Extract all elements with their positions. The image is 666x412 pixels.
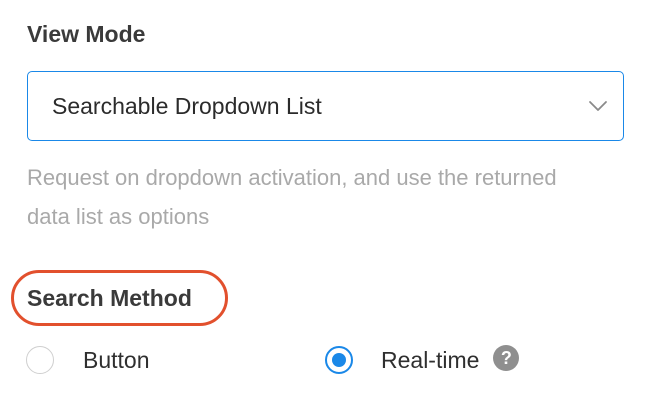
question-mark-icon[interactable]: ? — [493, 345, 520, 371]
radio-button-button-option[interactable] — [26, 346, 54, 374]
radio-button-realtime-option[interactable] — [325, 346, 353, 374]
view-mode-selected-value: Searchable Dropdown List — [52, 93, 322, 119]
view-mode-dropdown[interactable]: Searchable Dropdown List — [27, 71, 624, 141]
search-method-label: Search Method — [27, 285, 192, 311]
search-method-option-button[interactable]: Button — [26, 342, 150, 378]
view-mode-help-text: Request on dropdown activation, and use … — [27, 165, 557, 229]
radio-label-button[interactable]: Button — [83, 348, 150, 372]
radio-label-realtime[interactable]: Real-time — [381, 348, 479, 372]
view-mode-label: View Mode — [27, 21, 146, 47]
chevron-down-icon — [589, 101, 607, 111]
search-method-option-realtime[interactable]: Real-time ? — [325, 342, 520, 378]
